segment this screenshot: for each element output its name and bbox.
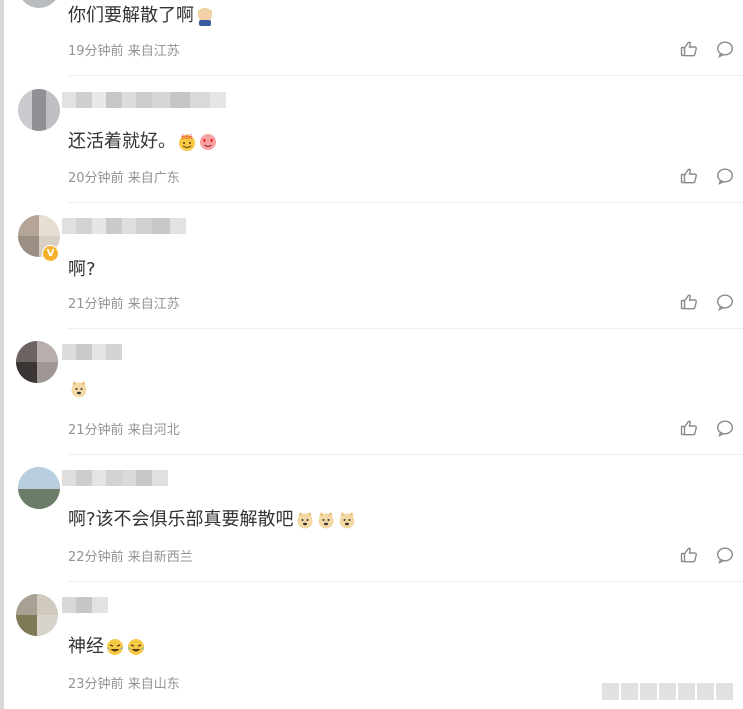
divider (68, 202, 743, 203)
comment-meta: 21分钟前 来自河北 (68, 419, 180, 438)
comment-text: 啊? (68, 257, 96, 283)
username-blurred[interactable] (62, 89, 226, 111)
comment-time: 19分钟前 (68, 44, 124, 59)
heart-eyes-emoji (200, 134, 216, 150)
left-edge (0, 0, 4, 709)
laugh-cry-emoji (107, 639, 123, 655)
comment-time: 21分钟前 (68, 297, 124, 312)
comment-location: 来自江苏 (127, 44, 180, 59)
doge-emoji (71, 381, 87, 398)
comment-meta: 22分钟前 来自新西兰 (68, 546, 193, 565)
comment-location: 来自河北 (127, 423, 180, 438)
divider (68, 75, 743, 76)
comment-bubble-icon[interactable] (716, 167, 734, 185)
avatar[interactable] (16, 594, 58, 636)
divider (68, 581, 743, 582)
comment-bubble-icon[interactable] (716, 293, 734, 311)
comment-location: 来自新西兰 (127, 550, 193, 565)
comment-time: 21分钟前 (68, 423, 124, 438)
comment-location: 来自江苏 (127, 297, 180, 312)
comment-bubble-icon[interactable] (716, 40, 734, 58)
comment-text (68, 379, 89, 399)
verified-badge-icon: V (42, 245, 59, 262)
comment-text-content: 还活着就好。 (68, 131, 176, 152)
avatar[interactable] (18, 89, 60, 131)
watermark-blurred (602, 681, 737, 701)
thumbs-up-icon[interactable] (680, 293, 698, 311)
laugh-cry-emoji (128, 639, 144, 655)
avatar[interactable] (18, 467, 60, 509)
username-blurred[interactable] (62, 215, 186, 237)
comment-text: 神经 (68, 634, 146, 660)
comment-text: 还活着就好。 666 (68, 129, 218, 155)
doge-emoji (318, 512, 334, 529)
comment-bubble-icon[interactable] (716, 419, 734, 437)
comment-text-content: 神经 (68, 636, 104, 657)
comment-location: 来自山东 (127, 677, 180, 692)
thumbs-up-icon[interactable] (680, 167, 698, 185)
username-blurred[interactable] (62, 467, 168, 489)
comment-meta: 19分钟前 来自江苏 (68, 40, 180, 59)
comment-text: 你们要解散了啊 (68, 3, 215, 29)
comment-text-content: 啊?该不会俱乐部真要解散吧 (68, 509, 294, 530)
comment-meta: 20分钟前 来自广东 (68, 167, 180, 186)
thumbs-up-icon[interactable] (680, 546, 698, 564)
comment-location: 来自广东 (127, 171, 180, 186)
divider (68, 328, 743, 329)
comment-time: 20分钟前 (68, 171, 124, 186)
comment-text-content: 啊? (68, 259, 96, 280)
doge-emoji (297, 512, 313, 529)
comment-text-content: 你们要解散了啊 (68, 5, 194, 26)
comment-meta: 21分钟前 来自江苏 (68, 293, 180, 312)
boy-emoji (198, 8, 212, 26)
comment-time: 23分钟前 (68, 677, 124, 692)
comment-text: 啊?该不会俱乐部真要解散吧 (68, 507, 357, 533)
svg-text:666: 666 (181, 134, 193, 141)
username-blurred[interactable] (62, 341, 122, 363)
avatar[interactable] (16, 341, 58, 383)
thumbs-up-icon[interactable] (680, 419, 698, 437)
divider (68, 454, 743, 455)
666-emoji: 666 (179, 134, 195, 151)
comment-time: 22分钟前 (68, 550, 124, 565)
comment-bubble-icon[interactable] (716, 546, 734, 564)
avatar[interactable] (18, 0, 60, 8)
comment-meta: 23分钟前 来自山东 (68, 673, 180, 692)
username-blurred[interactable] (62, 594, 108, 616)
thumbs-up-icon[interactable] (680, 40, 698, 58)
doge-emoji (339, 512, 355, 529)
